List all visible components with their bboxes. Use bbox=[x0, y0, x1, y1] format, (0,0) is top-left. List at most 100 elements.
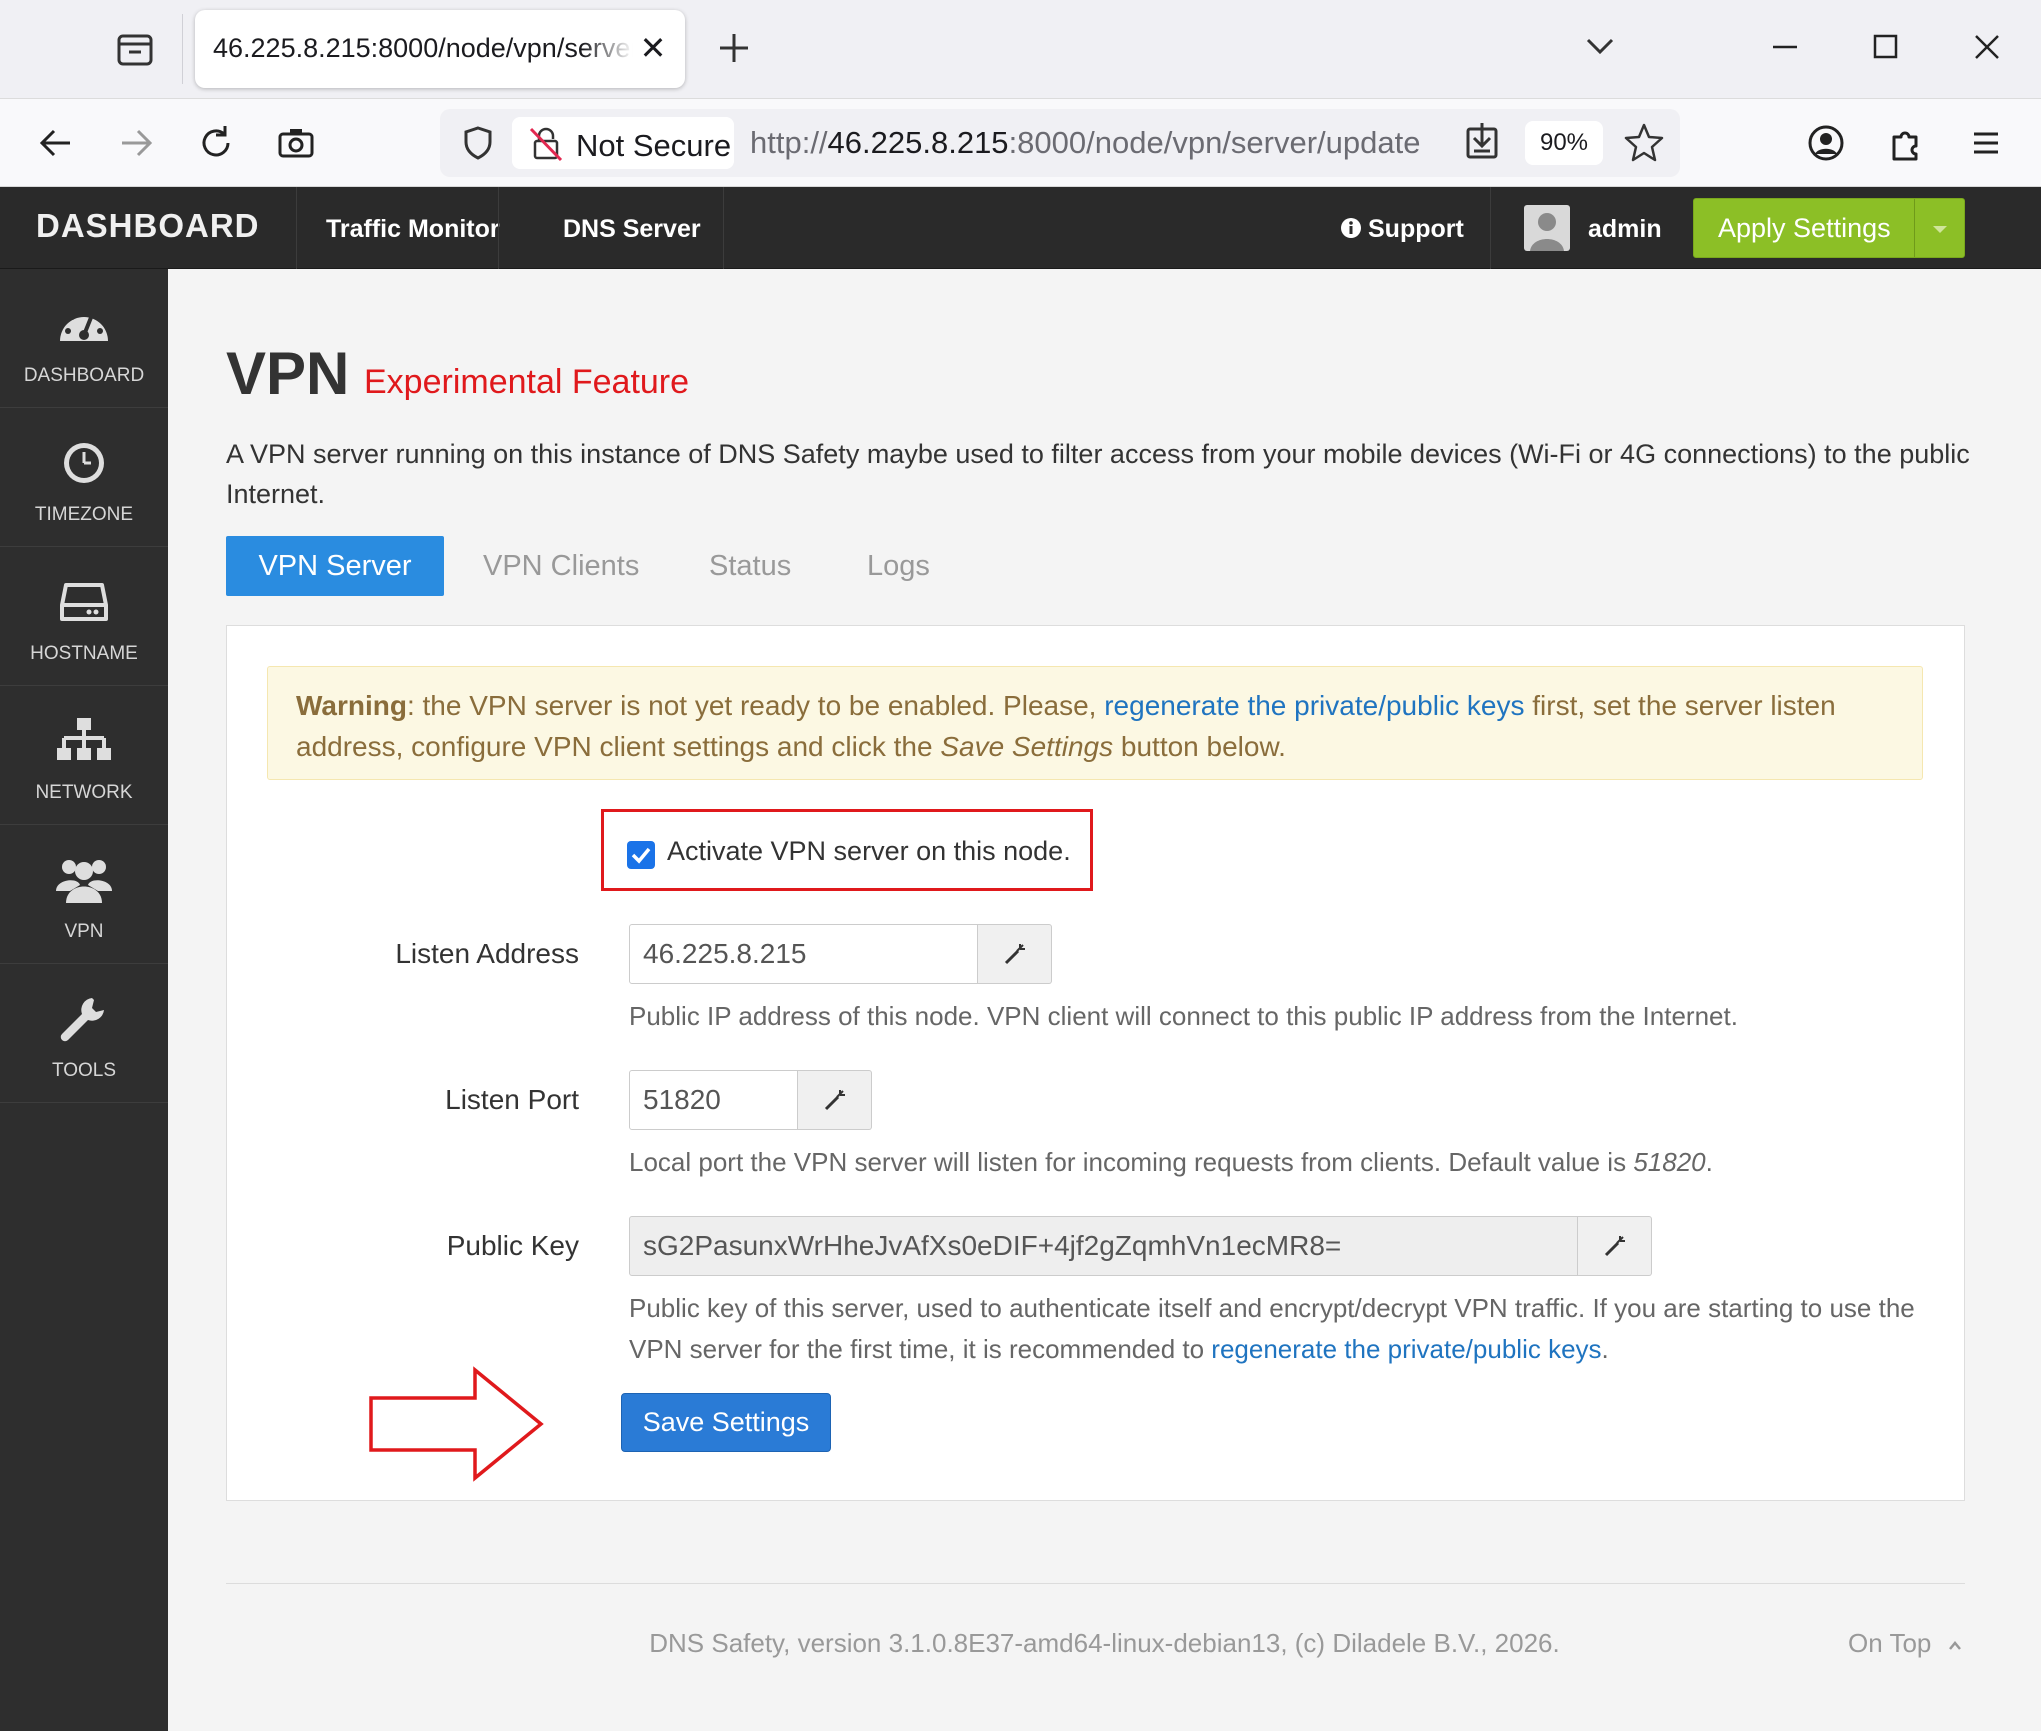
account-icon[interactable] bbox=[1802, 119, 1850, 167]
activate-vpn-checkbox[interactable] bbox=[627, 841, 655, 869]
on-top-link[interactable]: On Top bbox=[1848, 1628, 1965, 1659]
activate-vpn-label[interactable]: Activate VPN server on this node. bbox=[667, 836, 1071, 867]
magic-wand-icon bbox=[824, 1090, 845, 1111]
sidebar-item-label: HOSTNAME bbox=[30, 643, 138, 664]
browser-tab-title: 46.225.8.215:8000/node/vpn/server/update bbox=[213, 33, 633, 63]
footer-copyright: DNS Safety, version 3.1.0.8E37-amd64-lin… bbox=[649, 1628, 1560, 1658]
tab-separator bbox=[182, 14, 183, 84]
listen-address-help: Public IP address of this node. VPN clie… bbox=[629, 1001, 1738, 1031]
sidebar-item-label: TIMEZONE bbox=[34, 504, 134, 525]
new-tab-icon[interactable] bbox=[712, 26, 756, 70]
save-settings-button[interactable]: Save Settings bbox=[621, 1393, 831, 1452]
page-title: VPN bbox=[226, 340, 350, 407]
tab-logs[interactable]: Logs bbox=[867, 536, 930, 596]
address-bar[interactable]: Not Secure http://46.225.8.215:8000/node… bbox=[440, 109, 1680, 177]
shield-icon[interactable] bbox=[454, 119, 502, 167]
close-window-icon[interactable] bbox=[1957, 22, 2017, 72]
page-intro: A VPN server running on this instance of… bbox=[226, 439, 1970, 509]
browser-toolbar: Not Secure http://46.225.8.215:8000/node… bbox=[0, 99, 2041, 187]
url-text[interactable]: http://46.225.8.215:8000/node/vpn/server… bbox=[750, 125, 1420, 161]
browser-tab-strip: 46.225.8.215:8000/node/vpn/server/update… bbox=[0, 0, 2041, 99]
nav-dns-server[interactable]: DNS Server bbox=[563, 215, 701, 244]
red-arrow-annotation bbox=[367, 1366, 547, 1482]
tab-list-chevron-icon[interactable] bbox=[1570, 22, 1630, 72]
listen-port-help-text: Local port the VPN server will listen fo… bbox=[629, 1147, 1634, 1177]
zoom-level-indicator[interactable]: 90% bbox=[1525, 121, 1603, 165]
tab-overview-icon[interactable] bbox=[110, 26, 162, 74]
screenshot-camera-icon[interactable] bbox=[272, 119, 320, 167]
listen-port-magic-button[interactable] bbox=[798, 1070, 872, 1130]
brand-dashboard-link[interactable]: DASHBOARD bbox=[36, 207, 260, 245]
warning-em: Save Settings bbox=[940, 731, 1114, 762]
support-label: Support bbox=[1368, 215, 1464, 243]
listen-address-magic-button[interactable] bbox=[978, 924, 1052, 984]
extensions-puzzle-icon[interactable] bbox=[1882, 119, 1930, 167]
vpn-server-panel: Warning: the VPN server is not yet ready… bbox=[226, 625, 1965, 1501]
on-top-label: On Top bbox=[1848, 1628, 1932, 1658]
nav-divider bbox=[1490, 187, 1491, 269]
sidebar-item-network[interactable]: NETWORK bbox=[0, 686, 168, 825]
magic-wand-icon bbox=[1604, 1236, 1625, 1257]
minimize-icon[interactable] bbox=[1755, 22, 1815, 72]
nav-traffic-monitor[interactable]: Traffic Monitor bbox=[326, 215, 500, 244]
sidebar-item-hostname[interactable]: HOSTNAME bbox=[0, 547, 168, 686]
not-secure-badge[interactable]: Not Secure bbox=[512, 117, 734, 169]
network-tree-icon bbox=[56, 716, 112, 766]
not-secure-label: Not Secure bbox=[576, 128, 732, 163]
public-key-help: Public key of this server, used to authe… bbox=[629, 1288, 1929, 1370]
forward-icon[interactable] bbox=[112, 119, 160, 167]
public-key-magic-button[interactable] bbox=[1578, 1216, 1652, 1276]
listen-port-label: Listen Port bbox=[445, 1084, 579, 1115]
apply-settings-button[interactable]: Apply Settings bbox=[1693, 198, 1965, 258]
user-name[interactable]: admin bbox=[1588, 215, 1662, 244]
users-icon bbox=[56, 855, 112, 905]
broken-lock-icon bbox=[526, 125, 566, 163]
listen-port-help-em: 51820 bbox=[1633, 1147, 1706, 1177]
clock-icon bbox=[56, 438, 112, 488]
caret-down-icon[interactable] bbox=[1926, 221, 1954, 237]
listen-port-input[interactable]: 51820 bbox=[629, 1070, 798, 1130]
download-page-icon[interactable] bbox=[1458, 119, 1506, 167]
regenerate-keys-link[interactable]: regenerate the private/public keys bbox=[1104, 690, 1524, 721]
public-key-help-end: . bbox=[1601, 1334, 1609, 1364]
back-icon[interactable] bbox=[32, 119, 80, 167]
nav-divider bbox=[498, 187, 499, 269]
main-content: VPN Experimental Feature A VPN server ru… bbox=[168, 269, 2041, 1731]
nav-divider bbox=[723, 187, 724, 269]
apply-settings-label: Apply Settings bbox=[1718, 213, 1891, 243]
listen-port-help: Local port the VPN server will listen fo… bbox=[629, 1142, 1919, 1183]
menu-hamburger-icon[interactable] bbox=[1962, 119, 2010, 167]
url-host: 46.225.8.215 bbox=[827, 125, 1009, 160]
listen-address-input[interactable]: 46.225.8.215 bbox=[629, 924, 978, 984]
warning-text: : the VPN server is not yet ready to be … bbox=[406, 690, 1105, 721]
tab-status[interactable]: Status bbox=[709, 536, 791, 596]
tab-close-icon[interactable]: ✕ bbox=[633, 28, 673, 68]
sidebar: DASHBOARD TIMEZONE HOSTNAME NETWORK VPN … bbox=[0, 269, 168, 1731]
warning-strong: Warning bbox=[296, 690, 407, 721]
page-subtitle: Experimental Feature bbox=[364, 363, 690, 401]
sidebar-item-label: NETWORK bbox=[35, 782, 133, 803]
public-key-label: Public Key bbox=[446, 1230, 579, 1261]
public-key-input[interactable]: sG2PasunxWrHheJvAfXs0eDIF+4jf2gZqmhVn1ec… bbox=[629, 1216, 1578, 1276]
footer-divider bbox=[226, 1583, 1965, 1584]
sidebar-item-vpn[interactable]: VPN bbox=[0, 825, 168, 964]
nav-divider bbox=[296, 187, 297, 269]
tab-vpn-server[interactable]: VPN Server bbox=[226, 536, 444, 596]
sidebar-item-tools[interactable]: TOOLS bbox=[0, 964, 168, 1103]
warning-text: button below. bbox=[1113, 731, 1286, 762]
sidebar-item-dashboard[interactable]: DASHBOARD bbox=[0, 269, 168, 408]
browser-tab-active[interactable]: 46.225.8.215:8000/node/vpn/server/update… bbox=[195, 10, 685, 88]
listen-address-label: Listen Address bbox=[395, 938, 579, 969]
sidebar-item-label: TOOLS bbox=[51, 1060, 117, 1081]
sidebar-item-timezone[interactable]: TIMEZONE bbox=[0, 408, 168, 547]
listen-address-group: 46.225.8.215 bbox=[629, 924, 1053, 984]
info-icon bbox=[1340, 217, 1362, 239]
avatar[interactable] bbox=[1524, 205, 1570, 251]
wrench-icon bbox=[56, 994, 112, 1044]
tab-vpn-clients[interactable]: VPN Clients bbox=[483, 536, 639, 596]
maximize-icon[interactable] bbox=[1855, 22, 1915, 72]
listen-port-group: 51820 bbox=[629, 1070, 873, 1130]
regenerate-keys-link[interactable]: regenerate the private/public keys bbox=[1211, 1334, 1601, 1364]
reload-icon[interactable] bbox=[192, 119, 240, 167]
bookmark-star-icon[interactable] bbox=[1620, 119, 1668, 167]
